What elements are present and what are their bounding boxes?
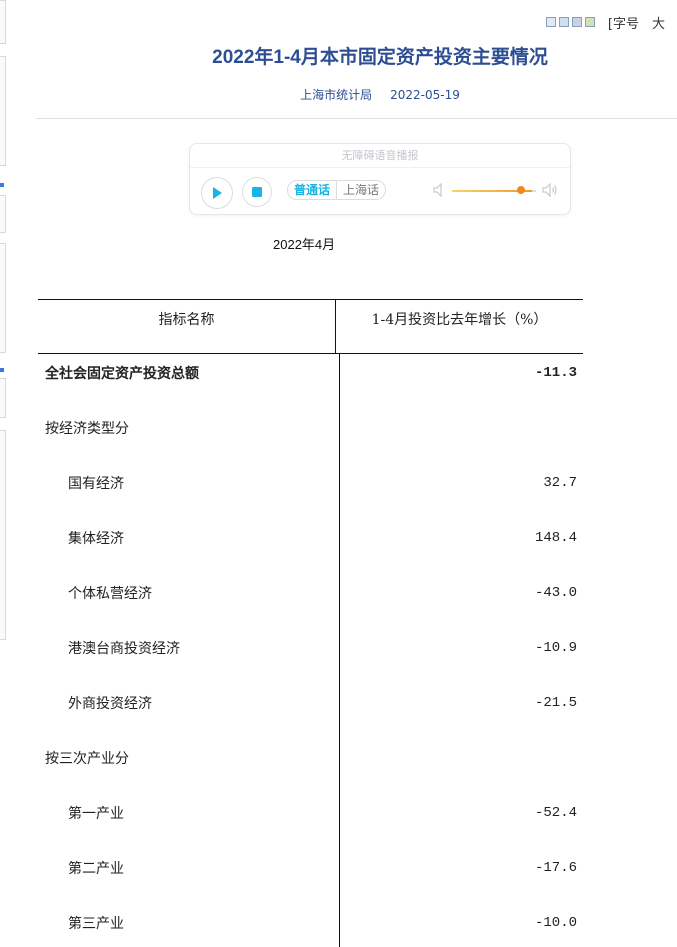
edge-panel bbox=[0, 243, 6, 353]
font-size-bar: [字号 大 bbox=[545, 13, 665, 32]
page-title: 2022年1-4月本市固定资产投资主要情况 bbox=[212, 47, 548, 68]
column-header-indicator: 指标名称 bbox=[38, 300, 336, 353]
row-label: 按三次产业分 bbox=[45, 751, 129, 767]
row-value: -10.9 bbox=[534, 640, 577, 656]
theme-swatch[interactable] bbox=[584, 17, 595, 27]
theme-swatch[interactable] bbox=[571, 17, 582, 27]
table-body: 全社会固定资产投资总额 -11.3 按经济类型分国有经济 32.7 集体经济 148.4 个… bbox=[38, 354, 583, 947]
language-toggle: 普通话 上海话 bbox=[287, 180, 387, 200]
row-value: -52.4 bbox=[534, 805, 577, 821]
volume-high-icon[interactable] bbox=[542, 182, 558, 198]
table-row: 第三产业 -10.0 bbox=[38, 904, 583, 947]
table-row: 港澳台商投资经济 -10.9 bbox=[38, 629, 583, 684]
table-row: 国有经济 32.7 bbox=[38, 464, 583, 519]
edge-panel bbox=[0, 430, 6, 640]
table-row: 第二产业 -17.6 bbox=[38, 849, 583, 904]
table-row: 按经济类型分 bbox=[38, 409, 583, 464]
volume-low-icon[interactable] bbox=[433, 183, 445, 197]
volume-slider-handle[interactable] bbox=[516, 186, 525, 194]
row-label: 第三产业 bbox=[68, 916, 124, 932]
row-label: 第一产业 bbox=[68, 806, 124, 822]
table-row: 第一产业 -52.4 bbox=[38, 794, 583, 849]
report-period: 2022年4月 bbox=[273, 237, 336, 252]
column-header-growth: 1-4月投资比去年增长（%） bbox=[371, 312, 548, 328]
article-date: 2022-05-19 bbox=[390, 88, 460, 102]
edge-marker bbox=[0, 183, 4, 187]
row-value: -21.5 bbox=[534, 695, 577, 711]
row-label: 第二产业 bbox=[68, 861, 124, 877]
lang-mandarin-button[interactable]: 普通话 bbox=[288, 181, 336, 199]
volume-slider-track bbox=[532, 190, 536, 192]
play-button[interactable] bbox=[201, 177, 233, 209]
table-row: 外商投资经济 -21.5 bbox=[38, 684, 583, 739]
row-label: 国有经济 bbox=[68, 476, 124, 492]
investment-table: 指标名称 1-4月投资比去年增长（%） 全社会固定资产投资总额 -11.3 按经济类… bbox=[38, 299, 583, 947]
lang-shanghainese-button[interactable]: 上海话 bbox=[336, 181, 385, 199]
divider bbox=[36, 118, 677, 119]
row-label: 个体私营经济 bbox=[68, 586, 152, 602]
font-size-large-button[interactable]: 大 bbox=[652, 13, 665, 32]
row-label: 全社会固定资产投资总额 bbox=[45, 366, 199, 382]
edge-panel bbox=[0, 56, 6, 166]
edge-panel bbox=[0, 0, 6, 44]
left-edge-strip bbox=[0, 0, 8, 947]
table-row: 集体经济 148.4 bbox=[38, 519, 583, 574]
article-source: 上海市统计局 bbox=[300, 88, 373, 102]
row-value: -10.0 bbox=[534, 915, 577, 931]
row-value: -17.6 bbox=[534, 860, 577, 876]
theme-swatch[interactable] bbox=[545, 17, 556, 27]
table-row: 按三次产业分 bbox=[38, 739, 583, 794]
edge-panel bbox=[0, 378, 6, 418]
table-row: 个体私营经济 -43.0 bbox=[38, 574, 583, 629]
player-title: 无障碍语音播报 bbox=[190, 144, 570, 168]
row-label: 按经济类型分 bbox=[45, 421, 129, 437]
edge-panel bbox=[0, 195, 6, 233]
audio-player: 无障碍语音播报 普通话 上海话 bbox=[189, 143, 571, 215]
edge-marker bbox=[0, 368, 4, 372]
stop-button[interactable] bbox=[242, 177, 272, 207]
row-value: -11.3 bbox=[534, 365, 577, 381]
row-label: 港澳台商投资经济 bbox=[68, 641, 180, 657]
row-value: 32.7 bbox=[543, 475, 577, 491]
row-value: 148.4 bbox=[534, 530, 577, 546]
row-label: 集体经济 bbox=[68, 531, 124, 547]
stop-icon bbox=[252, 187, 262, 197]
row-value: -43.0 bbox=[534, 585, 577, 601]
font-size-label: [字号 bbox=[607, 16, 639, 32]
play-icon bbox=[213, 187, 222, 199]
table-row: 全社会固定资产投资总额 -11.3 bbox=[38, 354, 583, 409]
row-label: 外商投资经济 bbox=[68, 696, 152, 712]
table-header: 指标名称 1-4月投资比去年增长（%） bbox=[38, 299, 583, 354]
theme-swatch[interactable] bbox=[558, 17, 569, 27]
article-meta: 上海市统计局 2022-05-19 bbox=[0, 86, 677, 103]
